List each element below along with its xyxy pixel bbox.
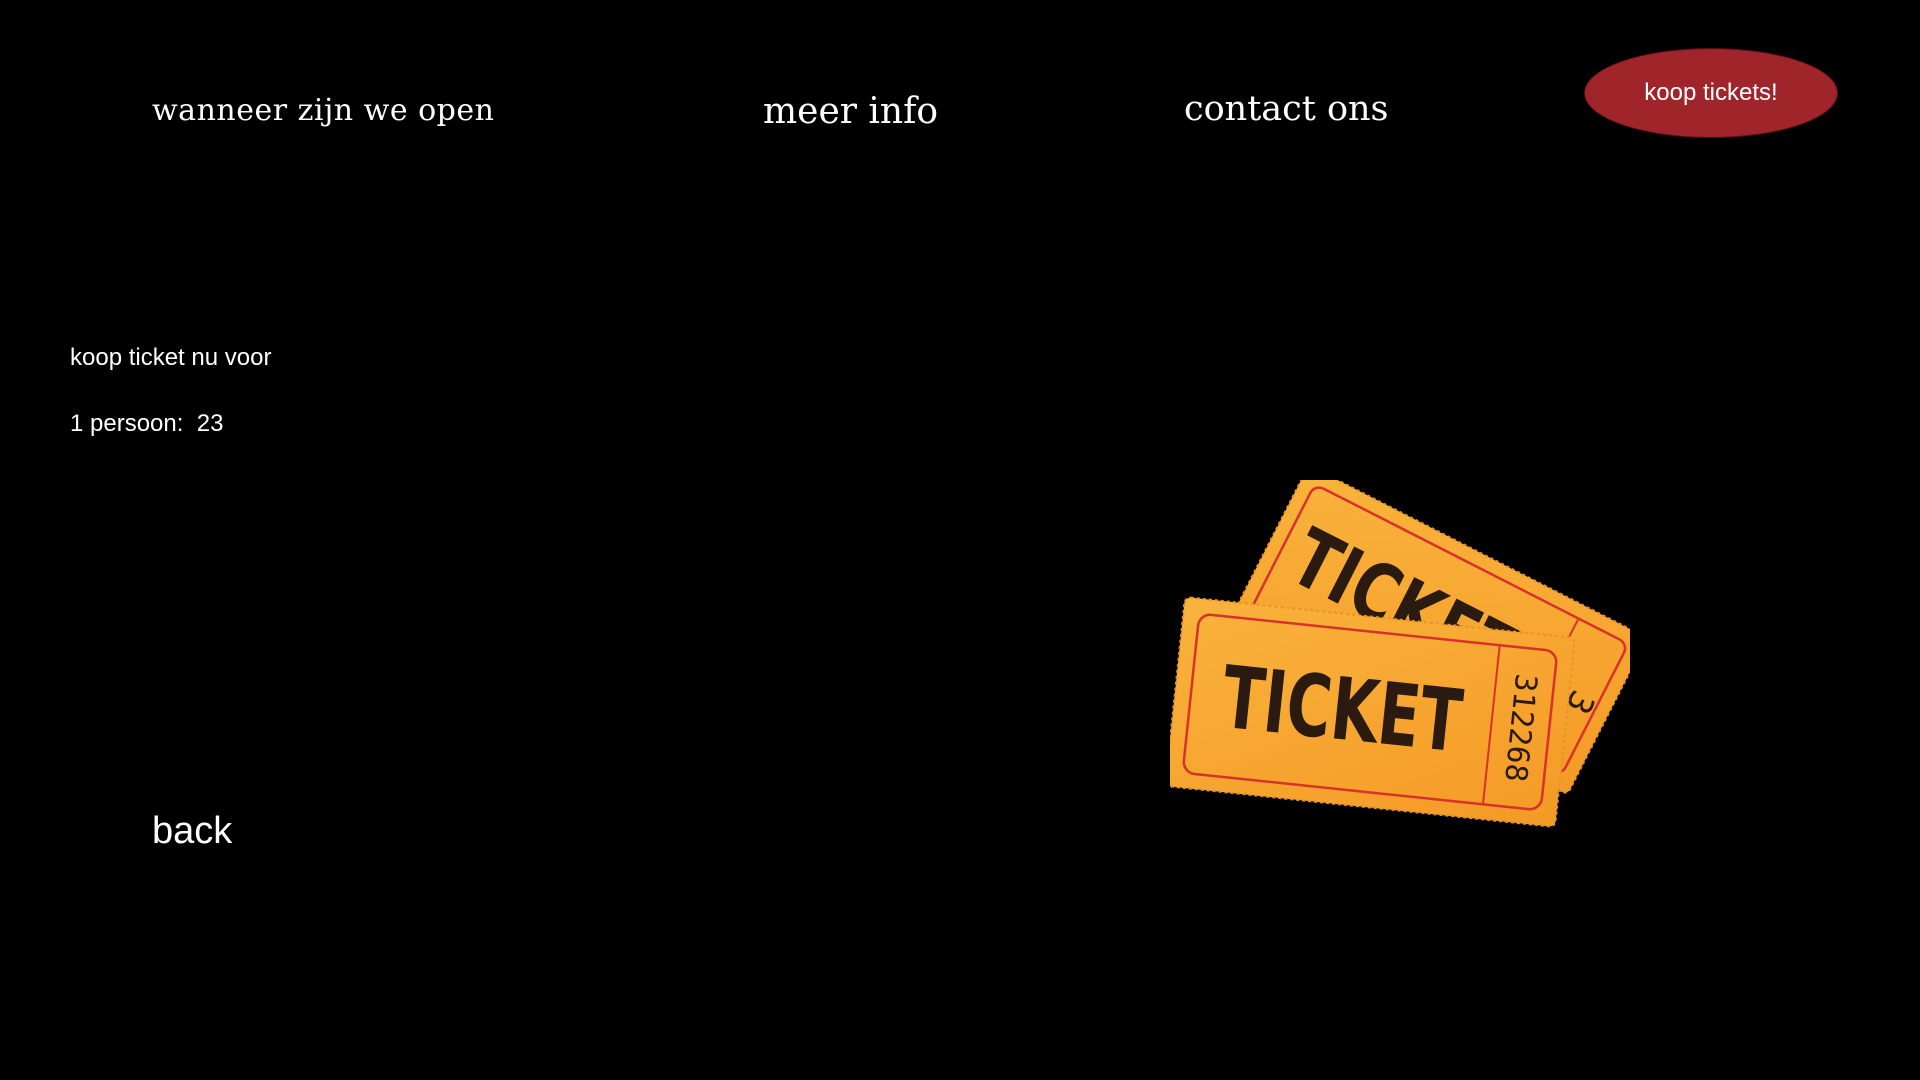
ticket-price-line: 1 persoon: 23 (70, 410, 224, 437)
buy-tickets-button[interactable]: koop tickets! (1584, 48, 1838, 138)
nav-link-opening-hours[interactable]: wanneer zijn we open (152, 96, 494, 126)
ticket-intro-text: koop ticket nu voor (70, 344, 272, 371)
tickets-image: TICKET 3 TICKET 312268 (1170, 480, 1630, 828)
buy-tickets-label: koop tickets! (1644, 79, 1778, 106)
back-link[interactable]: back (152, 810, 232, 853)
nav-link-more-info[interactable]: meer info (763, 94, 938, 130)
nav-link-contact[interactable]: contact ons (1184, 92, 1389, 127)
page: wanneer zijn we open meer info contact o… (0, 0, 1920, 1080)
front-ticket: TICKET 312268 (1170, 596, 1576, 828)
